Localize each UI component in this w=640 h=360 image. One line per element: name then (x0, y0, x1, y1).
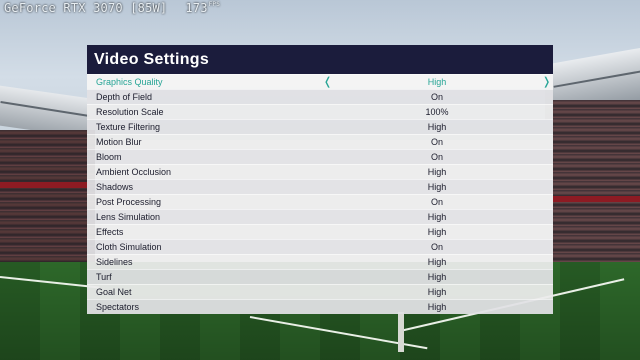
setting-row-lens-simulation[interactable]: Lens Simulation High (87, 209, 553, 224)
setting-row-resolution-scale[interactable]: Resolution Scale 100% (87, 104, 553, 119)
video-settings-panel: Video Settings Graphics Quality ❬ High ❭… (87, 45, 553, 314)
setting-value: High (427, 227, 447, 237)
setting-value: High (427, 302, 447, 312)
crowd-stand-right (553, 100, 640, 270)
panel-header: Video Settings (87, 45, 553, 74)
setting-row-cloth-simulation[interactable]: Cloth Simulation On (87, 239, 553, 254)
setting-row-spectators[interactable]: Spectators High (87, 299, 553, 314)
setting-label: Sidelines (96, 257, 133, 267)
setting-value: On (430, 137, 443, 147)
setting-row-bloom[interactable]: Bloom On (87, 149, 553, 164)
setting-label: Depth of Field (96, 92, 153, 102)
setting-value: High (427, 182, 447, 192)
setting-label: Texture Filtering (96, 122, 161, 132)
setting-label: Motion Blur (96, 137, 142, 147)
setting-label: Shadows (96, 182, 134, 192)
setting-label: Lens Simulation (96, 212, 161, 222)
setting-value: On (430, 242, 443, 252)
setting-row-depth-of-field[interactable]: Depth of Field On (87, 89, 553, 104)
setting-row-motion-blur[interactable]: Motion Blur On (87, 134, 553, 149)
setting-row-effects[interactable]: Effects High (87, 224, 553, 239)
fps-unit: FPS (208, 1, 221, 8)
setting-row-turf[interactable]: Turf High (87, 269, 553, 284)
setting-label: Turf (96, 272, 112, 282)
gpu-label: GeForce RTX 3070 [85W] (4, 1, 168, 15)
setting-label: Cloth Simulation (96, 242, 162, 252)
setting-value: High (427, 287, 447, 297)
panel-title: Video Settings (94, 50, 210, 68)
setting-value: On (430, 92, 443, 102)
fps-counter: 173 (185, 1, 208, 15)
settings-list: Graphics Quality ❬ High ❭ Depth of Field… (87, 74, 553, 314)
setting-label: Graphics Quality (96, 77, 163, 87)
setting-label: Effects (96, 227, 124, 237)
setting-value: On (430, 152, 443, 162)
setting-row-graphics-quality[interactable]: Graphics Quality ❬ High ❭ (87, 74, 553, 89)
setting-row-goal-net[interactable]: Goal Net High (87, 284, 553, 299)
setting-value: High (427, 122, 447, 132)
setting-label: Bloom (96, 152, 122, 162)
setting-value: High (427, 272, 447, 282)
setting-label: Spectators (96, 302, 140, 312)
chevron-left-icon[interactable]: ❬ (323, 75, 332, 90)
setting-label: Resolution Scale (96, 107, 164, 117)
corner-flag (398, 312, 404, 352)
ad-board (0, 182, 90, 188)
setting-label: Ambient Occlusion (96, 167, 172, 177)
setting-label: Post Processing (96, 197, 162, 207)
ad-board (553, 196, 640, 202)
setting-value: 100% (425, 107, 449, 117)
crowd-stand-left (0, 130, 95, 270)
setting-value: On (430, 197, 443, 207)
setting-row-sidelines[interactable]: Sidelines High (87, 254, 553, 269)
setting-row-post-processing[interactable]: Post Processing On (87, 194, 553, 209)
setting-value[interactable]: High (387, 77, 487, 87)
setting-row-ambient-occlusion[interactable]: Ambient Occlusion High (87, 164, 553, 179)
chevron-right-icon[interactable]: ❭ (542, 75, 551, 90)
setting-value: High (427, 257, 447, 267)
setting-row-texture-filtering[interactable]: Texture Filtering High (87, 119, 553, 134)
setting-label: Goal Net (96, 287, 132, 297)
setting-value: High (427, 212, 447, 222)
setting-row-shadows[interactable]: Shadows High (87, 179, 553, 194)
performance-overlay: GeForce RTX 3070 [85W] 173FPS (4, 1, 220, 15)
setting-value: High (427, 167, 447, 177)
